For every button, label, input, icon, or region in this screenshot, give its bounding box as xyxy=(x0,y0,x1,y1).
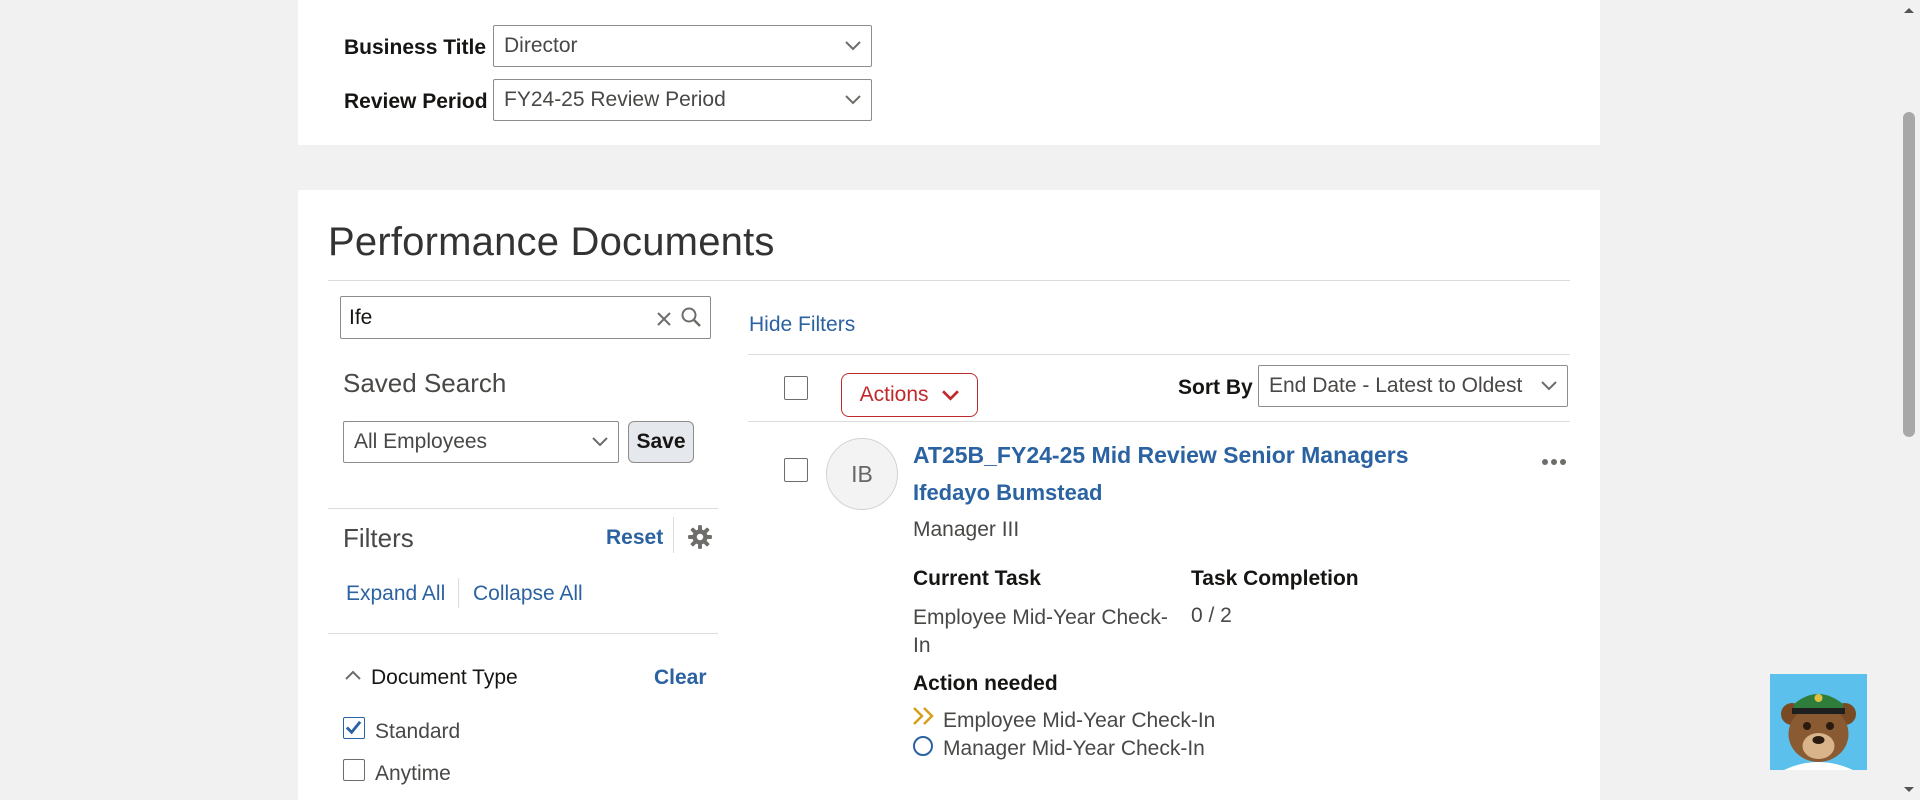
chevron-down-icon xyxy=(942,390,960,401)
gear-icon[interactable] xyxy=(687,524,713,550)
scrollbar-thumb[interactable] xyxy=(1903,112,1915,437)
task-completion-label: Task Completion xyxy=(1191,567,1359,590)
document-type-label[interactable]: Document Type xyxy=(371,666,518,690)
chevron-up-icon[interactable] xyxy=(345,670,361,680)
search-icon[interactable] xyxy=(680,306,702,328)
avatar: IB xyxy=(826,438,898,510)
standard-label: Standard xyxy=(375,720,461,743)
anytime-label: Anytime xyxy=(375,762,451,785)
saved-search-label: Saved Search xyxy=(343,368,507,398)
business-title-select[interactable]: Director xyxy=(493,25,872,67)
assistant-launcher[interactable] xyxy=(1770,674,1867,770)
chevron-down-icon xyxy=(845,41,861,51)
current-task-label: Current Task xyxy=(913,567,1041,590)
hide-filters-link[interactable]: Hide Filters xyxy=(749,313,855,337)
action-step-manager: Manager Mid-Year Check-In xyxy=(943,737,1205,760)
actions-button[interactable]: Actions xyxy=(841,373,978,417)
title-divider xyxy=(328,280,1570,281)
review-period-select[interactable]: FY24-25 Review Period xyxy=(493,79,872,121)
chevron-down-icon xyxy=(592,437,608,447)
circle-icon xyxy=(913,736,933,756)
collapse-all-link[interactable]: Collapse All xyxy=(473,582,583,606)
actions-label: Actions xyxy=(859,383,929,406)
current-task-value: Employee Mid-Year Check-In xyxy=(913,606,1168,657)
review-form-panel: Business Title Director Review Period FY… xyxy=(298,0,1600,145)
bear-mascot-icon xyxy=(1781,694,1856,770)
anytime-checkbox[interactable] xyxy=(343,759,365,781)
business-title-value: Director xyxy=(504,34,578,57)
standard-checkbox[interactable] xyxy=(343,717,365,739)
employee-name-link[interactable]: Ifedayo Bumstead xyxy=(913,480,1103,506)
saved-search-select[interactable]: All Employees xyxy=(343,421,619,463)
more-options-icon[interactable] xyxy=(1541,458,1567,466)
saved-search-value: All Employees xyxy=(354,430,488,453)
chevron-down-icon xyxy=(845,95,861,105)
scroll-down-icon[interactable] xyxy=(1903,786,1915,794)
review-period-value: FY24-25 Review Period xyxy=(504,88,726,111)
avatar-initials: IB xyxy=(851,461,873,487)
document-name-link[interactable]: AT25B_FY24-25 Mid Review Senior Managers xyxy=(913,442,1409,469)
sort-by-value: End Date - Latest to Oldest xyxy=(1269,374,1523,397)
chevron-down-icon xyxy=(1541,381,1557,391)
reset-divider xyxy=(673,517,674,553)
select-all-checkbox[interactable] xyxy=(784,376,808,400)
filters-divider-bottom xyxy=(328,633,718,634)
search-value: Ife xyxy=(349,305,373,329)
scroll-up-icon[interactable] xyxy=(1903,6,1915,14)
close-icon[interactable] xyxy=(656,311,672,327)
job-title: Manager III xyxy=(913,518,1020,541)
expand-collapse-divider xyxy=(458,578,459,608)
task-completion-value: 0 / 2 xyxy=(1191,604,1232,627)
clear-link[interactable]: Clear xyxy=(654,666,707,690)
document-checkbox[interactable] xyxy=(784,458,808,482)
scrollbar[interactable] xyxy=(1898,0,1920,800)
double-chevron-right-icon xyxy=(913,707,934,725)
sort-by-label: Sort By xyxy=(1178,376,1253,399)
performance-documents-panel: Performance Documents Ife Hide Filters S… xyxy=(298,190,1600,800)
review-period-label: Review Period xyxy=(344,90,488,113)
page-title: Performance Documents xyxy=(328,220,775,264)
filters-heading: Filters xyxy=(343,523,414,553)
expand-all-link[interactable]: Expand All xyxy=(346,582,445,606)
save-button[interactable]: Save xyxy=(628,421,694,463)
checkmark-icon xyxy=(345,720,362,735)
sort-by-select[interactable]: End Date - Latest to Oldest xyxy=(1258,365,1568,407)
reset-link[interactable]: Reset xyxy=(606,526,663,550)
document-card: IB AT25B_FY24-25 Mid Review Senior Manag… xyxy=(748,422,1570,800)
toolbar-divider-top xyxy=(748,354,1570,355)
action-needed-label: Action needed xyxy=(913,672,1058,695)
business-title-label: Business Title xyxy=(344,36,486,59)
action-step-employee: Employee Mid-Year Check-In xyxy=(943,709,1216,732)
filters-divider-top xyxy=(328,508,718,509)
search-input[interactable]: Ife xyxy=(340,296,711,339)
